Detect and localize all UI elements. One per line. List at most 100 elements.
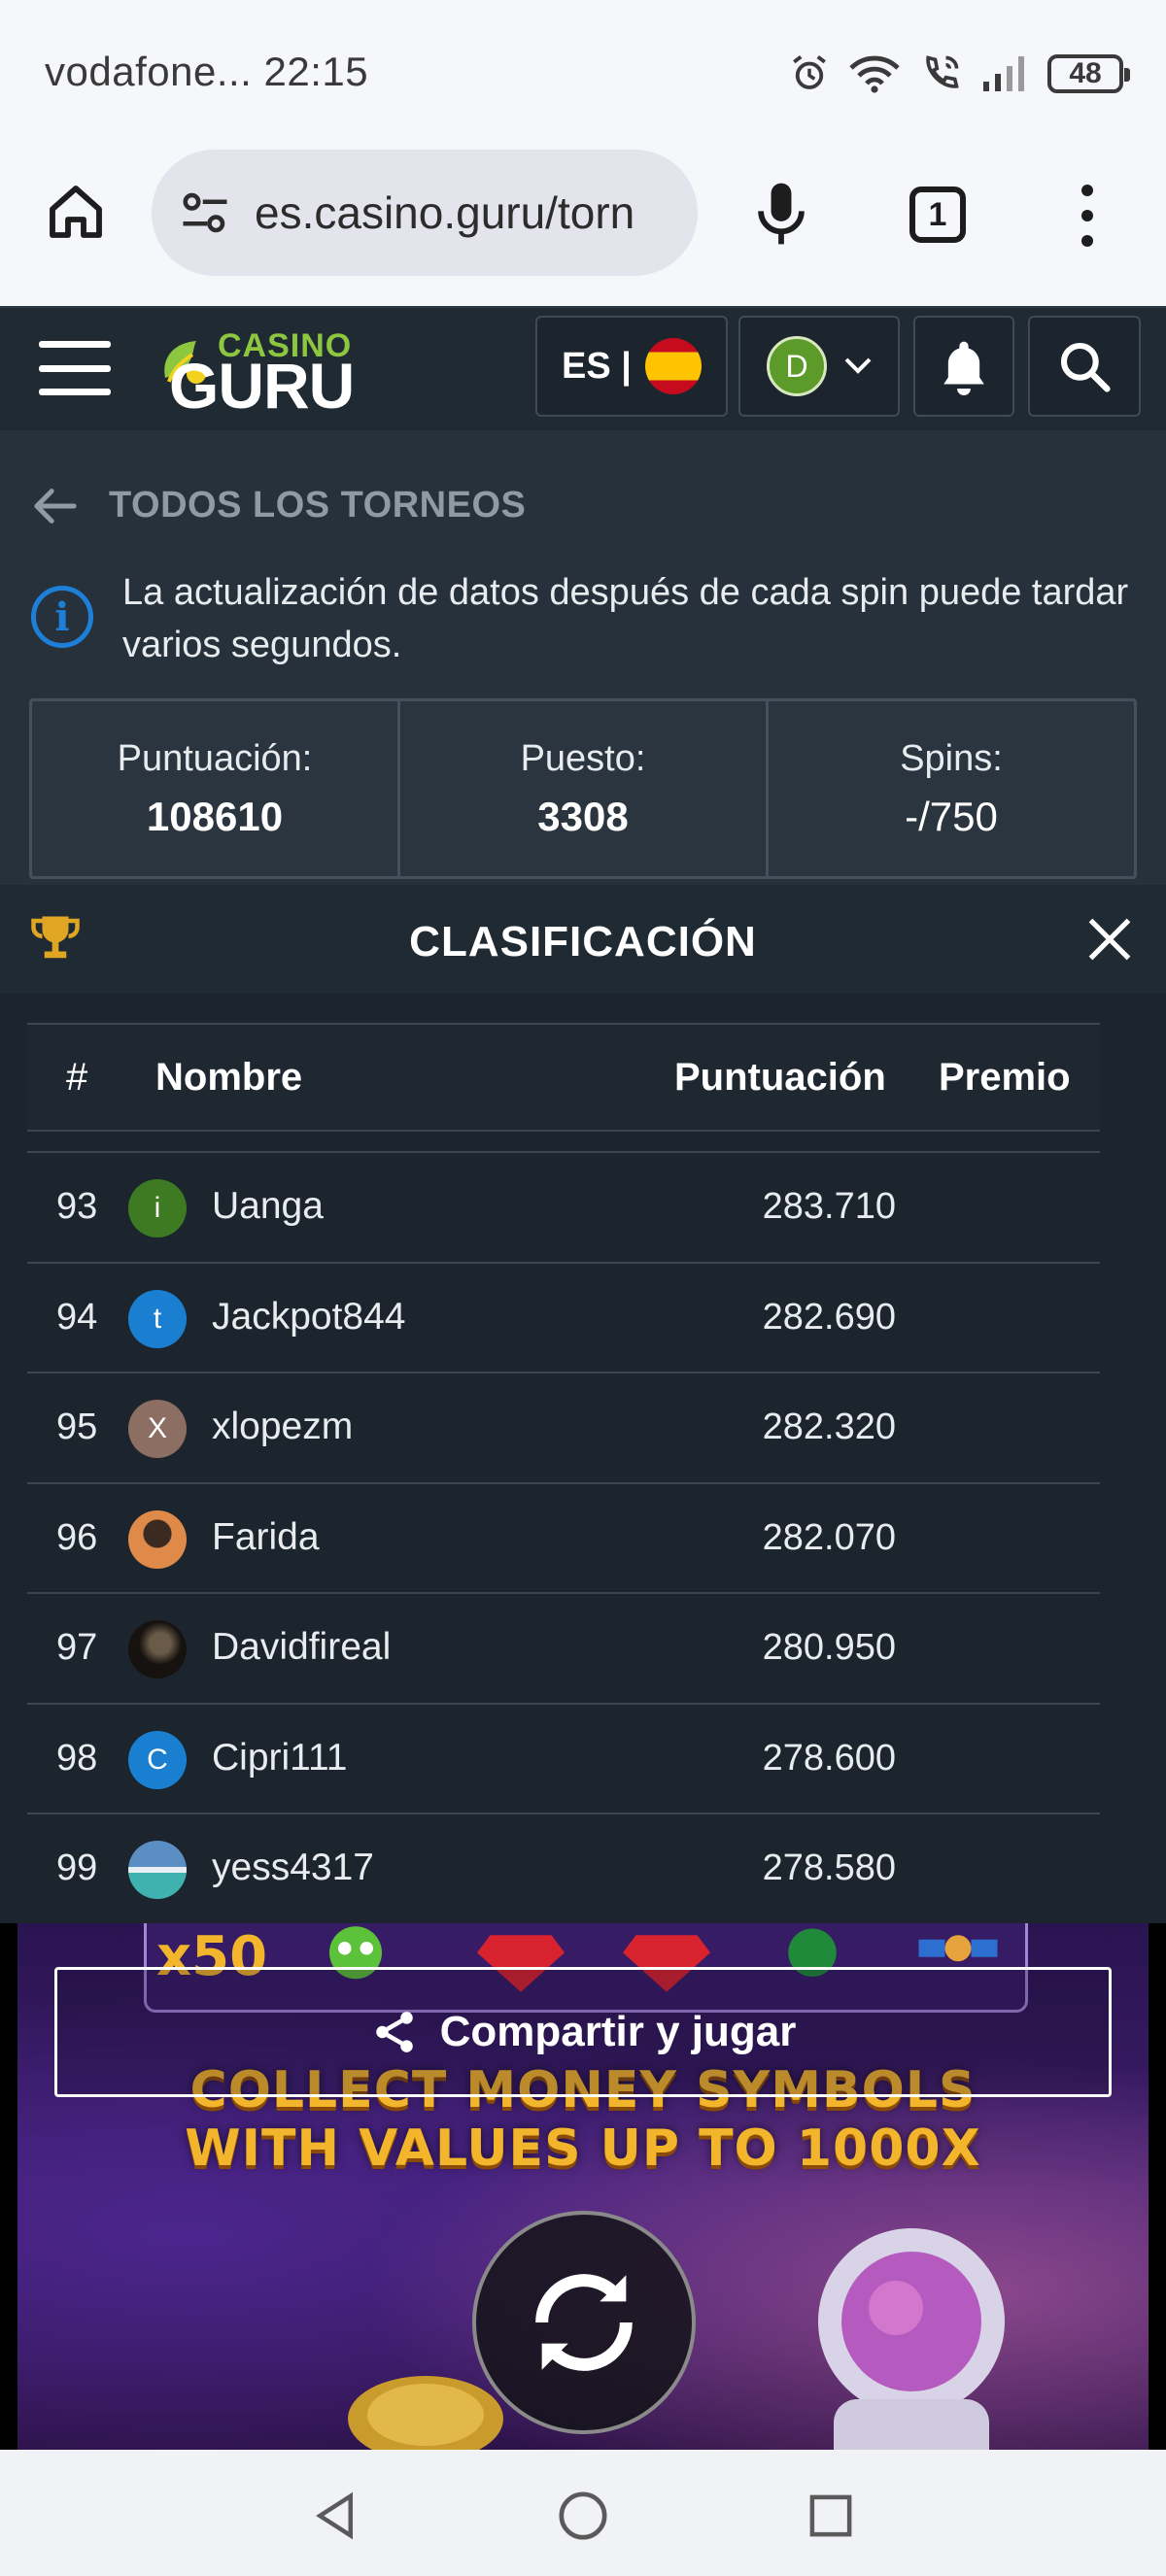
row-score: 283.710 [762,1186,896,1227]
tournament-panel: TODOS LOS TORNEOS i La actualización de … [0,430,1166,1965]
stat-label: Puesto: [520,737,646,779]
row-score: 282.690 [762,1296,896,1338]
stat-value: 108610 [146,793,284,839]
row-name: Uanga [212,1185,324,1227]
url-text: es.casino.guru/torn [255,187,635,238]
refresh-icon [535,2274,633,2371]
table-row[interactable]: 96 Farida 282.070 [27,1484,1100,1594]
player-stats: Puntuación: 108610 Puesto: 3308 Spins: -… [29,698,1137,879]
notifications-button[interactable] [913,316,1014,417]
bell-icon [943,341,984,395]
column-rank: # [66,1056,88,1099]
alarm-icon [793,54,826,89]
stat-value: 3308 [537,793,629,839]
site-header: CASINO GURU ES | D [0,306,1166,430]
clock: 22:15 [263,49,369,94]
row-score: 280.950 [762,1627,896,1668]
row-name: Cipri111 [212,1736,348,1779]
row-name: xlopezm [212,1406,354,1447]
table-row[interactable]: 98 C Cipri111 278.600 [27,1705,1100,1814]
tabs-icon[interactable]: 1 [909,186,966,243]
share-icon [375,2012,413,2052]
system-navigation-bar [0,2450,1166,2576]
more-vert-icon[interactable] [1073,185,1102,247]
row-name: Davidfireal [212,1626,392,1668]
row-rank: 95 [56,1407,98,1447]
stat-label: Spins: [900,737,1003,779]
search-button[interactable] [1028,316,1141,417]
mic-icon[interactable] [754,181,808,247]
logo-guru-text: GURU [169,350,355,422]
user-avatar-image [128,1841,187,1899]
share-and-play-button[interactable]: Compartir y jugar [54,1967,1112,2097]
row-name: yess4317 [212,1847,374,1888]
stat-rank: Puesto: 3308 [400,701,769,876]
astronaut-icon [818,2228,1005,2450]
site-settings-icon[interactable] [179,186,231,239]
arrow-left-icon [34,488,77,524]
table-row[interactable]: 97 Davidfireal 280.950 [27,1594,1100,1705]
user-avatar: D [767,336,827,396]
back-to-tournaments-link[interactable]: TODOS LOS TORNEOS [33,485,526,526]
row-score: 282.070 [762,1516,896,1558]
row-name: Farida [212,1515,320,1558]
column-name: Nombre [155,1056,303,1099]
tab-count: 1 [928,195,947,233]
status-carrier-time: vodafone... 22:15 [45,49,368,95]
row-score: 278.600 [762,1737,896,1779]
table-header: # Nombre Puntuación Premio [27,1023,1100,1132]
row-score: 282.320 [762,1407,896,1447]
leaderboard-table[interactable]: # Nombre Puntuación Premio 93 i Uanga 28… [0,994,1166,1965]
browser-toolbar: es.casino.guru/torn 1 [0,146,1166,306]
user-avatar-image [128,1620,187,1678]
status-bar: vodafone... 22:15 48 [0,0,1166,146]
carrier-name: vodafone... [45,49,253,94]
casino-guru-logo[interactable]: CASINO GURU [148,320,361,422]
back-icon[interactable] [309,2489,361,2543]
battery-icon: 48 [1047,54,1130,93]
table-row[interactable]: 93 i Uanga 283.710 [27,1153,1100,1264]
recents-icon[interactable] [805,2489,857,2543]
signal-icon [983,56,1024,91]
home-nav-icon[interactable] [556,2489,610,2543]
user-avatar: t [128,1289,187,1348]
user-avatar: C [128,1730,187,1789]
home-icon[interactable] [45,181,107,243]
user-avatar: i [128,1179,187,1237]
row-rank: 99 [56,1847,98,1888]
address-bar[interactable]: es.casino.guru/torn [152,150,698,276]
stat-score: Puntuación: 108610 [32,701,400,876]
stat-spins: Spins: -/750 [769,701,1134,876]
user-menu-button[interactable]: D [738,316,900,417]
share-button-label: Compartir y jugar [439,2008,797,2055]
table-row[interactable]: 99 yess4317 278.580 [27,1814,1100,1925]
hamburger-menu-icon[interactable] [39,341,111,395]
user-avatar-image [128,1509,187,1569]
table-row[interactable]: 95 X xlopezm 282.320 [27,1373,1100,1484]
promo-line-2: WITH VALUES UP TO 1000X [185,2119,981,2178]
leaderboard-header: CLASIFICACIÓN [0,885,1166,994]
stat-label: Puntuación: [117,737,313,779]
call-icon [926,55,959,88]
language-code: ES | [562,345,632,387]
row-name: Jackpot844 [212,1295,406,1338]
info-text: La actualización de datos después de cad… [122,572,1129,665]
close-icon[interactable] [1084,914,1135,965]
stat-value: -/750 [905,793,998,839]
user-avatar: X [128,1400,187,1458]
spin-button[interactable] [472,2211,696,2434]
battery-level: 48 [1069,57,1102,89]
table-row[interactable]: 94 t Jackpot844 282.690 [27,1264,1100,1373]
row-rank: 94 [56,1296,98,1338]
language-selector[interactable]: ES | [535,316,728,417]
table-body: 93 i Uanga 283.710 94 t Jackpot844 282.6… [27,1151,1100,1925]
spain-flag-icon [644,338,702,394]
row-rank: 97 [56,1627,98,1668]
back-link-label: TODOS LOS TORNEOS [109,485,527,525]
row-rank: 96 [56,1516,98,1558]
column-prize: Premio [939,1056,1071,1099]
row-rank: 98 [56,1737,98,1779]
search-icon [1060,342,1111,392]
column-score: Puntuación [674,1056,886,1099]
chevron-down-icon [844,357,872,374]
